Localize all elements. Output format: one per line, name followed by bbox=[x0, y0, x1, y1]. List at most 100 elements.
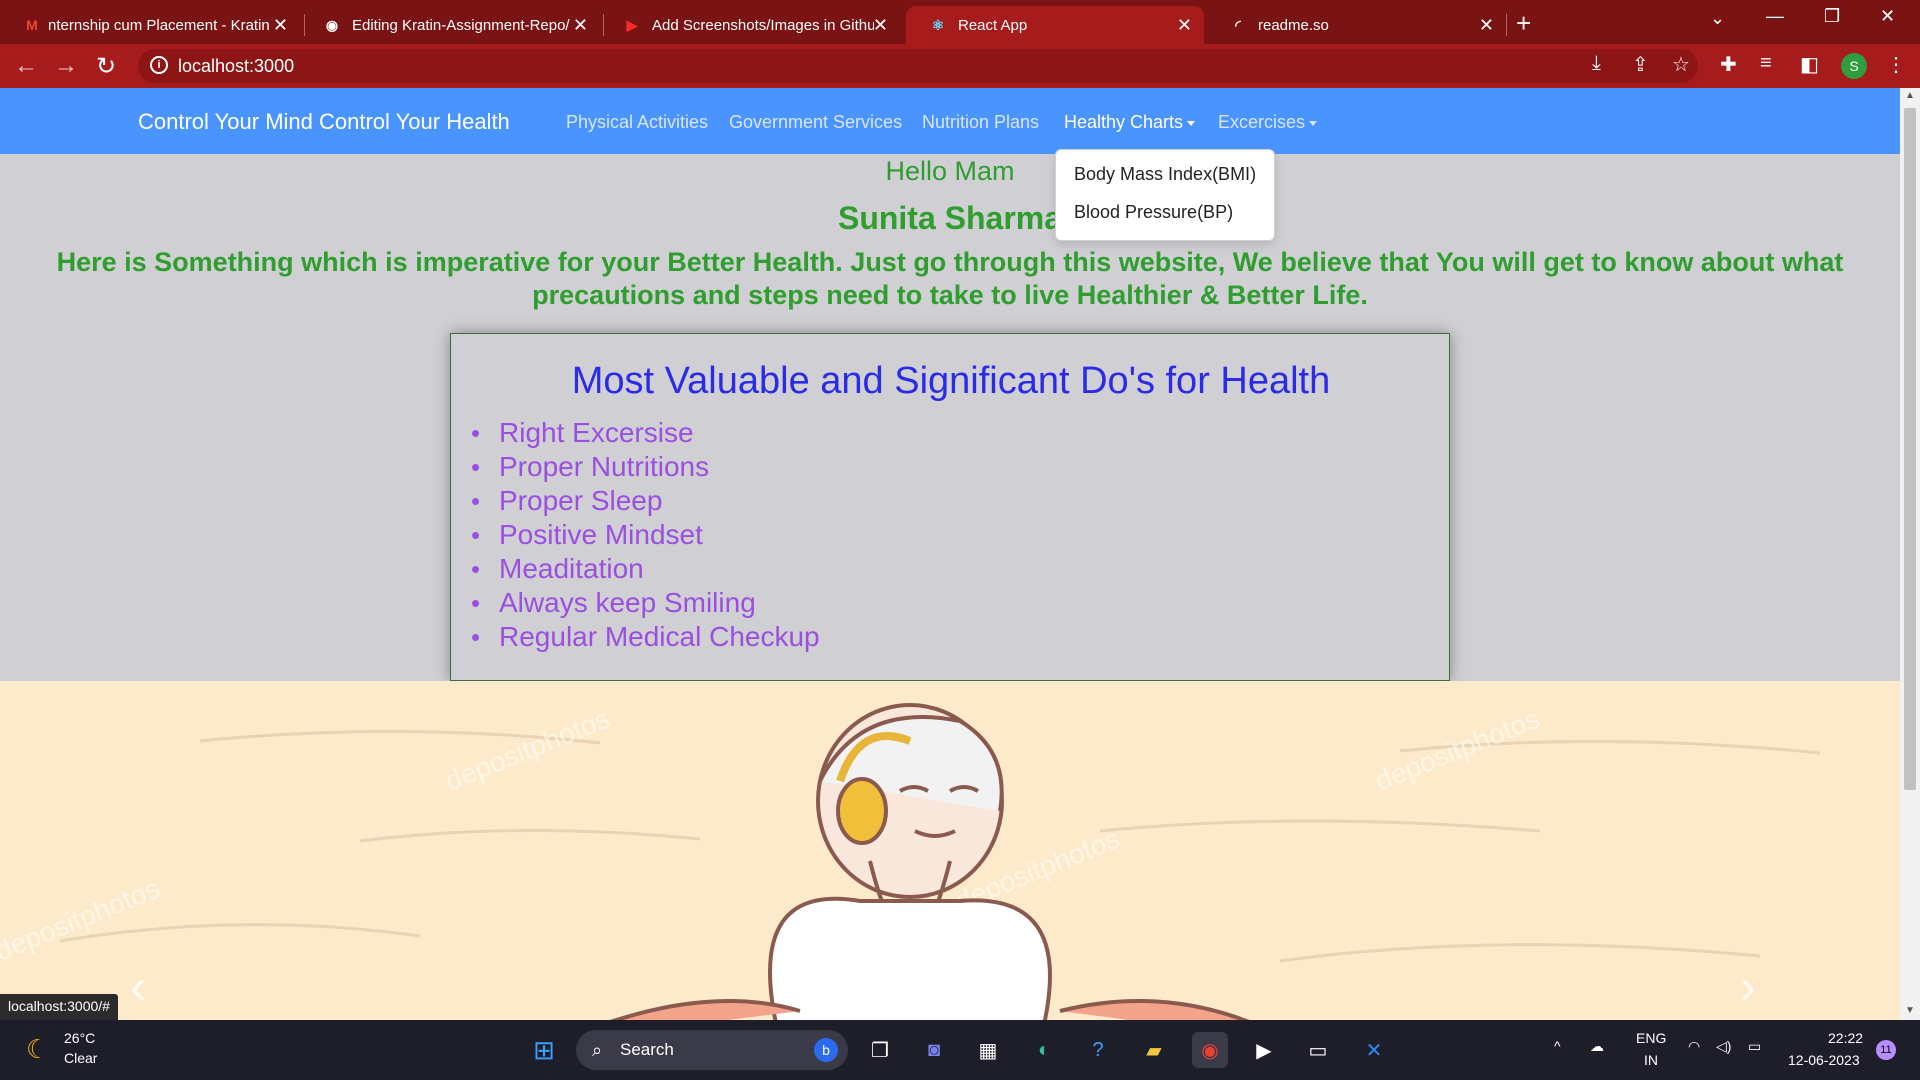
caret-down-icon bbox=[1309, 120, 1318, 126]
greeting-name: Sunita Sharma bbox=[837, 200, 1063, 236]
github-icon: ◉ bbox=[325, 16, 339, 33]
share-icon[interactable]: ⇪ bbox=[1632, 52, 1649, 77]
teams-chat-icon[interactable]: ◙ bbox=[916, 1032, 952, 1068]
tab-search-chevron-icon[interactable]: ⌄ bbox=[1710, 8, 1725, 29]
battery-icon[interactable]: ▭ bbox=[1748, 1038, 1761, 1055]
youtube-icon: ▶ bbox=[626, 16, 638, 33]
onedrive-cloud-icon[interactable]: ☁ bbox=[1590, 1038, 1604, 1055]
gmail-icon: M bbox=[26, 17, 38, 33]
tab-gmail[interactable]: M nternship cum Placement - Kratin ✕ bbox=[0, 6, 300, 44]
language-indicator[interactable]: ENG bbox=[1636, 1030, 1666, 1046]
watermark-text: depositphotos bbox=[441, 703, 614, 797]
tab-title: Add Screenshots/Images in Githu bbox=[652, 16, 874, 34]
watermark-text: depositphotos bbox=[1371, 703, 1544, 797]
close-icon[interactable]: ✕ bbox=[573, 15, 588, 36]
wifi-icon[interactable]: ◠ bbox=[1688, 1038, 1700, 1055]
address-input[interactable]: i localhost:3000 bbox=[138, 49, 1698, 83]
watermark-text: depositphotos bbox=[0, 873, 164, 967]
bookmark-star-icon[interactable]: ☆ bbox=[1672, 52, 1690, 77]
dropdown-item-bp[interactable]: Blood Pressure(BP) bbox=[1074, 202, 1233, 223]
weather-condition[interactable]: Clear bbox=[64, 1050, 97, 1066]
close-icon[interactable]: ✕ bbox=[873, 15, 888, 36]
clock-time[interactable]: 22:22 bbox=[1828, 1030, 1863, 1046]
volume-icon[interactable]: ◁) bbox=[1716, 1038, 1731, 1055]
search-label: Search bbox=[620, 1040, 674, 1059]
tab-youtube[interactable]: ▶ Add Screenshots/Images in Githu ✕ bbox=[600, 6, 900, 44]
file-explorer-icon[interactable]: ▰ bbox=[1136, 1032, 1172, 1068]
list-item: Meaditation bbox=[471, 552, 820, 586]
react-icon: ⚛ bbox=[931, 16, 945, 33]
scrollbar-thumb[interactable] bbox=[1904, 108, 1916, 790]
vscode-icon[interactable]: ✕ bbox=[1356, 1032, 1392, 1068]
dos-title: Most Valuable and Significant Do's for H… bbox=[571, 360, 1331, 402]
install-app-icon[interactable]: ⤓ bbox=[1592, 52, 1601, 75]
tab-github[interactable]: ◉ Editing Kratin-Assignment-Repo/ ✕ bbox=[300, 6, 600, 44]
close-icon[interactable]: ✕ bbox=[273, 15, 288, 36]
nav-nutrition-plans[interactable]: Nutrition Plans bbox=[922, 112, 1039, 133]
nav-excercises-label: Excercises bbox=[1218, 112, 1306, 132]
carousel-prev-icon[interactable]: ‹ bbox=[130, 961, 146, 1014]
terminal-icon[interactable]: ▭ bbox=[1300, 1032, 1336, 1068]
info-icon[interactable]: i bbox=[150, 56, 168, 74]
healthy-charts-dropdown: Body Mass Index(BMI) Blood Pressure(BP) bbox=[1055, 149, 1275, 241]
taskbar: ☾ 26°C Clear ⊞ ⌕ Search b ❐ ◙ ▦ ◐ ? ▰ ◉ … bbox=[0, 1020, 1920, 1080]
tab-strip: M nternship cum Placement - Kratin ✕ ◉ E… bbox=[0, 0, 1920, 44]
tab-title: React App bbox=[958, 16, 1028, 34]
window-close-icon[interactable]: ✕ bbox=[1880, 6, 1895, 27]
list-item: Positive Mindset bbox=[471, 518, 820, 552]
tab-readme[interactable]: ◜ readme.so ✕ bbox=[1206, 6, 1506, 44]
media-player-icon[interactable]: ▶ bbox=[1246, 1032, 1282, 1068]
status-link-preview: localhost:3000/# bbox=[0, 994, 118, 1020]
task-view-icon[interactable]: ❐ bbox=[862, 1032, 898, 1068]
media-queue-icon[interactable]: ≡ bbox=[1760, 52, 1772, 75]
extensions-puzzle-icon[interactable]: ✚ bbox=[1720, 52, 1737, 77]
nav-healthy-charts-label: Healthy Charts bbox=[1064, 112, 1184, 132]
intro-text: Here is Something which is imperative fo… bbox=[56, 247, 1844, 310]
back-arrow-icon[interactable]: ← bbox=[14, 52, 38, 80]
reload-icon[interactable]: ↻ bbox=[96, 52, 116, 81]
side-panel-icon[interactable]: ◧ bbox=[1800, 52, 1819, 77]
list-item: Proper Nutritions bbox=[471, 450, 820, 484]
tab-title: readme.so bbox=[1258, 16, 1329, 34]
nav-excercises[interactable]: Excercises bbox=[1218, 112, 1318, 133]
scroll-up-arrow-icon[interactable]: ▲ bbox=[1905, 90, 1915, 101]
bing-icon[interactable]: b bbox=[814, 1038, 838, 1062]
chrome-icon[interactable]: ◉ bbox=[1192, 1032, 1228, 1068]
nav-healthy-charts[interactable]: Healthy Charts bbox=[1064, 112, 1196, 133]
page-scrollbar[interactable]: ▲ ▼ bbox=[1900, 88, 1920, 1020]
weather-temperature[interactable]: 26°C bbox=[64, 1030, 95, 1046]
profile-avatar[interactable]: S bbox=[1841, 53, 1867, 79]
taskbar-search[interactable]: ⌕ Search b bbox=[576, 1030, 848, 1070]
get-help-icon[interactable]: ? bbox=[1080, 1032, 1116, 1068]
clock-date[interactable]: 12-06-2023 bbox=[1788, 1052, 1860, 1068]
minimize-icon[interactable]: — bbox=[1766, 6, 1784, 27]
tab-separator bbox=[1506, 14, 1507, 36]
new-tab-plus-icon[interactable]: + bbox=[1516, 8, 1531, 39]
loading-icon: ◜ bbox=[1235, 16, 1241, 33]
meditating-person bbox=[609, 703, 1250, 1020]
nav-physical-activities[interactable]: Physical Activities bbox=[566, 112, 708, 133]
nav-government-services[interactable]: Government Services bbox=[729, 112, 902, 133]
region-indicator[interactable]: IN bbox=[1644, 1052, 1658, 1068]
scroll-down-arrow-icon[interactable]: ▼ bbox=[1905, 1005, 1915, 1016]
show-hidden-icons-chevron-icon[interactable]: ^ bbox=[1554, 1038, 1561, 1054]
restore-icon[interactable]: ❐ bbox=[1824, 6, 1840, 27]
list-item: Always keep Smiling bbox=[471, 586, 820, 620]
windows-start-icon[interactable]: ⊞ bbox=[526, 1032, 562, 1068]
microsoft-store-icon[interactable]: ▦ bbox=[970, 1032, 1006, 1068]
close-icon[interactable]: ✕ bbox=[1177, 15, 1192, 36]
edge-browser-icon[interactable]: ◐ bbox=[1026, 1032, 1062, 1068]
forward-arrow-icon[interactable]: → bbox=[54, 52, 78, 80]
carousel-next-icon[interactable]: › bbox=[1740, 961, 1756, 1014]
page-viewport: Control Your Mind Control Your Health Ph… bbox=[0, 88, 1900, 1020]
tab-react-app[interactable]: ⚛ React App ✕ bbox=[906, 6, 1204, 44]
moon-icon[interactable]: ☾ bbox=[26, 1034, 49, 1065]
tab-title: Editing Kratin-Assignment-Repo/ bbox=[352, 16, 570, 34]
notification-badge[interactable]: 11 bbox=[1876, 1040, 1896, 1060]
dropdown-item-bmi[interactable]: Body Mass Index(BMI) bbox=[1074, 164, 1256, 185]
site-brand[interactable]: Control Your Mind Control Your Health bbox=[138, 109, 510, 135]
dos-list: Right Excersise Proper Nutritions Proper… bbox=[471, 416, 820, 654]
menu-dots-icon[interactable]: ⋮ bbox=[1886, 52, 1906, 77]
close-icon[interactable]: ✕ bbox=[1479, 15, 1494, 36]
caret-down-icon bbox=[1187, 120, 1196, 126]
